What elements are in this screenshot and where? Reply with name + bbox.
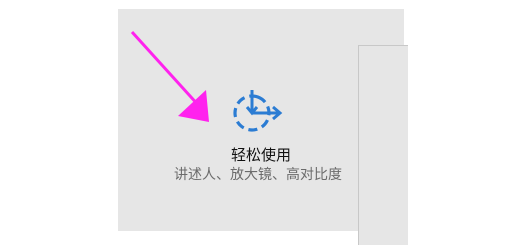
tile-title: 轻松使用 [230,146,291,164]
tile-description: 讲述人、放大镜、高对比度 [174,167,342,183]
ease-of-access-icon [233,90,283,132]
pointer-arrow-icon [130,30,209,122]
